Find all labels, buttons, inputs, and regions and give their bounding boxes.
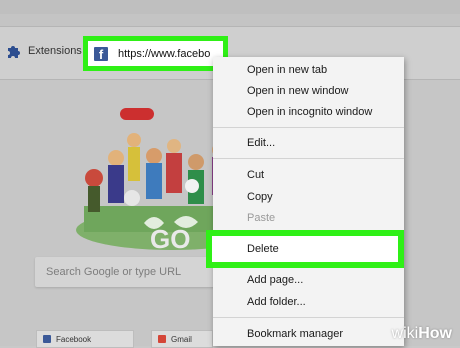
watermark-how: How: [418, 325, 452, 342]
search-box[interactable]: Search Google or type URL: [35, 257, 220, 287]
menu-divider: [213, 127, 404, 128]
browser-top-bar: [0, 0, 460, 27]
menu-item-edit[interactable]: Edit...: [213, 132, 404, 154]
menu-item-label: Copy: [247, 191, 273, 203]
watermark-wiki: wiki: [391, 325, 419, 342]
puzzle-piece-icon: [8, 46, 20, 58]
menu-item-label: Bookmark manager: [247, 328, 343, 340]
facebook-bookmark-url: https://www.facebo: [118, 47, 211, 60]
gmail-icon: [158, 335, 166, 343]
menu-item-add-page[interactable]: Add page...: [213, 269, 404, 291]
facebook-bookmark[interactable]: f https://www.facebo: [83, 36, 228, 71]
menu-item-label: Paste: [247, 212, 276, 224]
menu-divider: [213, 158, 404, 159]
shortcut-label: Facebook: [56, 334, 92, 344]
svg-text:GO: GO: [150, 224, 190, 253]
wikihow-watermark: wikiHow: [392, 325, 452, 343]
menu-divider: [213, 317, 404, 318]
menu-item-open-new-tab[interactable]: Open in new tab: [213, 59, 404, 81]
menu-item-label: Add folder...: [247, 296, 306, 308]
menu-item-label: Open in new tab: [247, 64, 328, 76]
menu-item-label: Edit...: [247, 137, 276, 149]
menu-item-add-folder[interactable]: Add folder...: [213, 291, 404, 313]
menu-item-copy[interactable]: Copy: [213, 186, 404, 208]
shortcut-tile-gmail[interactable]: Gmail: [151, 330, 213, 348]
tab-strip: [0, 0, 460, 14]
menu-item-label: Open in new window: [247, 85, 349, 97]
menu-item-open-incognito[interactable]: Open in incognito window: [213, 101, 404, 123]
bookmark-context-menu: Open in new tab Open in new window Open …: [213, 57, 404, 346]
menu-item-cut[interactable]: Cut: [213, 164, 404, 186]
shortcut-tile-facebook[interactable]: Facebook: [36, 330, 134, 348]
facebook-icon: f: [94, 46, 108, 61]
extensions-bookmark[interactable]: Extensions: [6, 44, 82, 58]
menu-item-paste: Paste: [213, 207, 404, 229]
menu-item-open-new-window[interactable]: Open in new window: [213, 80, 404, 102]
menu-item-label: Delete: [247, 243, 279, 255]
menu-item-delete[interactable]: Delete: [206, 230, 404, 268]
menu-item-label: Open in incognito window: [247, 106, 373, 118]
menu-item-label: Cut: [247, 169, 265, 181]
menu-item-label: Add page...: [247, 274, 304, 286]
facebook-icon: [43, 335, 51, 343]
extensions-label: Extensions: [28, 45, 82, 57]
menu-item-bookmark-manager[interactable]: Bookmark manager: [213, 323, 404, 345]
shortcut-label: Gmail: [171, 334, 192, 344]
search-placeholder: Search Google or type URL: [46, 266, 182, 278]
